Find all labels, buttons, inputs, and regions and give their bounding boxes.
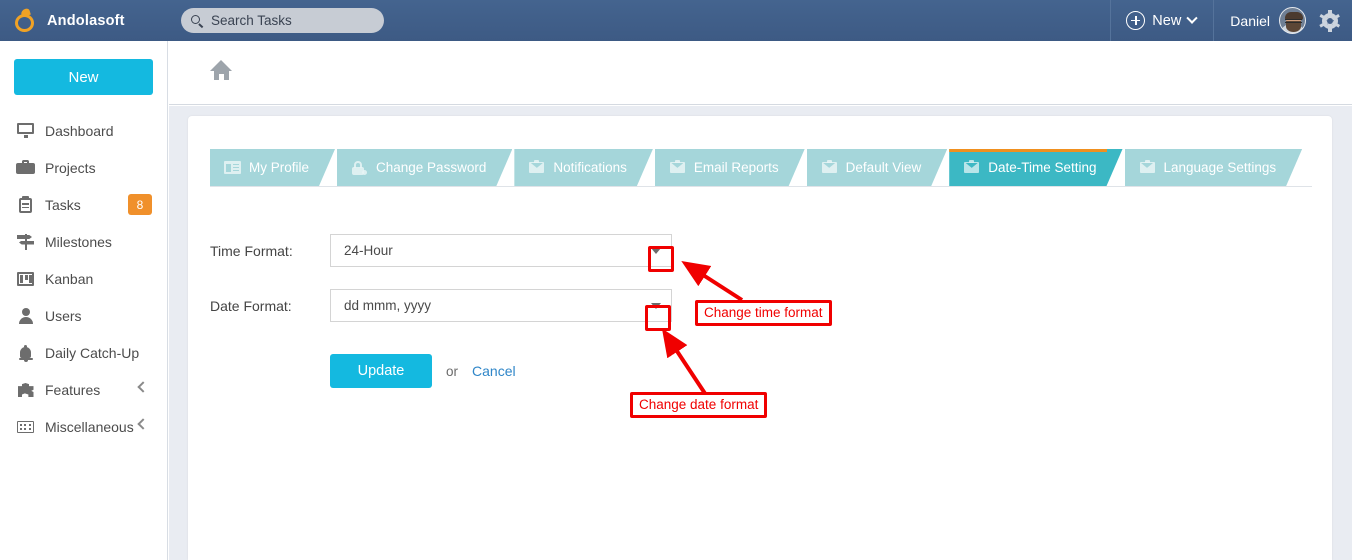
- annotation-arrows: [661, 260, 744, 397]
- app-root: Andolasoft New Daniel: [0, 0, 1352, 560]
